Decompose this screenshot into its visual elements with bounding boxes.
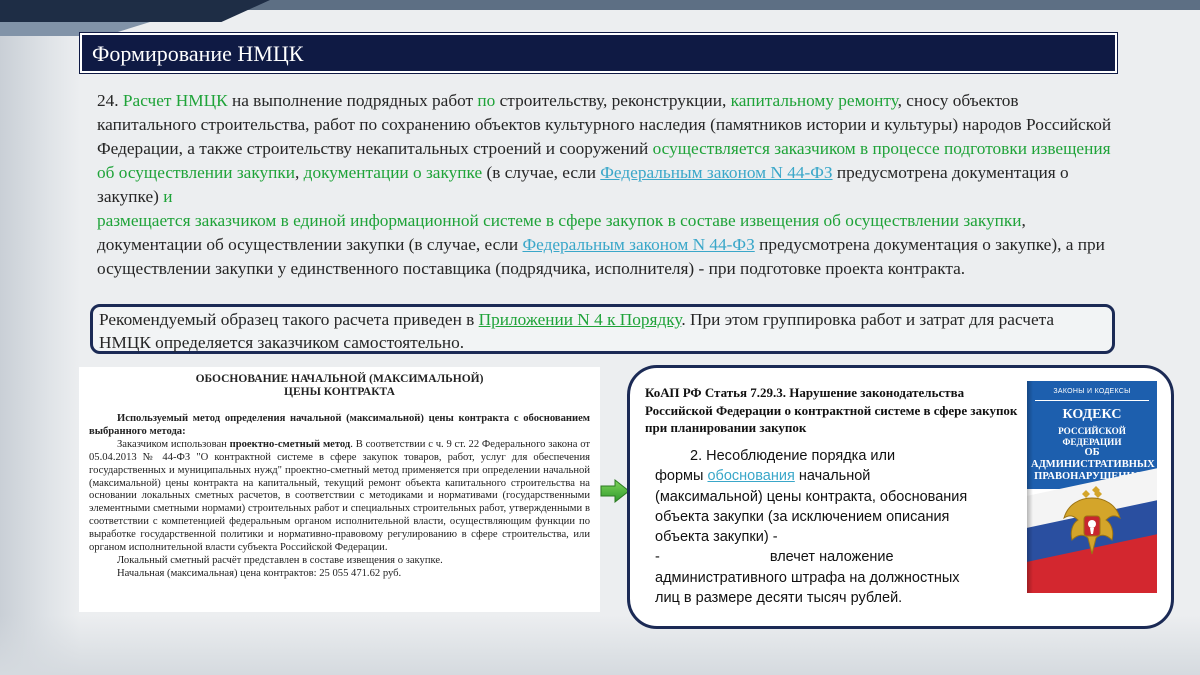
koap-text: начальной	[794, 468, 871, 485]
koap-book-cover: ЗАКОНЫ И КОДЕКСЫ КОДЕКС РОССИЙСКОЙ ФЕДЕР…	[1027, 381, 1157, 593]
recommendation-box: Рекомендуемый образец такого расчета при…	[90, 304, 1115, 354]
highlight-text: документации о закупке	[303, 163, 483, 182]
highlight-text: размещается заказчиком в единой информац…	[97, 211, 1022, 230]
paragraph-number: 24.	[97, 91, 123, 110]
koap-line: объекта закупки) -	[655, 529, 778, 546]
highlight-text: по	[477, 91, 496, 110]
book-divider	[1035, 400, 1149, 401]
document-title-line: ОБОСНОВАНИЕ НАЧАЛЬНОЙ (МАКСИМАЛЬНОЙ)	[195, 373, 484, 385]
document-body: Используемый метод определения начальной…	[89, 413, 590, 581]
koap-article-heading: КоАП РФ Статья 7.29.3. Нарушение законод…	[645, 385, 1018, 435]
top-decor-accent	[0, 0, 270, 22]
koap-article-box: КоАП РФ Статья 7.29.3. Нарушение законод…	[627, 365, 1174, 629]
doc-text: . В соответствии с ч. 9 ст. 22 Федеральн…	[89, 438, 591, 554]
justification-link[interactable]: обоснования	[707, 468, 794, 484]
book-title: КОДЕКС	[1062, 407, 1122, 422]
law-44fz-link[interactable]: Федеральным законом N 44-ФЗ	[522, 235, 754, 254]
koap-article-text: 2. Несоблюдение порядка или формы обосно…	[655, 446, 1015, 608]
body-text: на выполнение подрядных работ	[227, 91, 478, 110]
koap-text: влечет наложение	[769, 549, 894, 566]
recommendation-text: Рекомендуемый образец такого расчета при…	[99, 310, 479, 329]
koap-line: формы обоснования начальной	[655, 466, 1015, 486]
book-subtitle-line: РОССИЙСКОЙ ФЕДЕРАЦИИ	[1058, 426, 1126, 447]
highlight-text: и	[163, 187, 173, 206]
body-text: строительству, реконструкции,	[495, 91, 731, 110]
book-spine-shadow	[1027, 381, 1033, 593]
coat-of-arms-icon	[1063, 486, 1121, 555]
book-subtitle-line: ОБ АДМИНИСТРАТИВНЫХ	[1031, 447, 1155, 470]
koap-line: лиц в размере десяти тысяч рублей.	[655, 590, 903, 607]
green-right-arrow-icon	[600, 479, 630, 503]
document-sample: ОБОСНОВАНИЕ НАЧАЛЬНОЙ (МАКСИМАЛЬНОЙ) ЦЕН…	[79, 367, 600, 612]
highlight-text: капитальному ремонту	[730, 91, 898, 110]
koap-line: 2. Несоблюдение порядка или	[690, 448, 896, 464]
koap-line: - влечет наложение	[655, 547, 1015, 567]
method-paragraph: Заказчиком использован проектно-сметный …	[89, 439, 590, 555]
slide-title: Формирование НМЦК	[92, 41, 304, 66]
book-series-label: ЗАКОНЫ И КОДЕКСЫ	[1053, 388, 1131, 395]
appendix-4-link[interactable]: Приложении N 4 к Порядку	[479, 310, 682, 329]
body-text: (в случае, если	[482, 163, 601, 182]
document-title-line: ЦЕНЫ КОНТРАКТА	[284, 386, 395, 398]
koap-line: объекта закупки (за исключением описания	[655, 508, 950, 525]
main-paragraph: 24. Расчет НМЦК на выполнение подрядных …	[97, 89, 1112, 281]
price-paragraph: Начальная (максимальная) цена контрактов…	[117, 567, 402, 579]
doc-bold-text: проектно-сметный метод	[229, 438, 351, 450]
koap-line: (максимальной) цены контракта, обоснован…	[655, 488, 968, 505]
koap-line: административного штрафа на должностных	[655, 569, 960, 586]
body-text: ,	[295, 163, 304, 182]
estimate-paragraph: Локальный сметный расчёт представлен в с…	[117, 554, 443, 566]
background-left-shade	[0, 0, 80, 675]
law-44fz-link[interactable]: Федеральным законом N 44-ФЗ	[600, 163, 832, 182]
title-banner: Формирование НМЦК	[80, 33, 1117, 73]
highlight-text: Расчет НМЦК	[122, 91, 228, 110]
doc-text: Заказчиком использован	[117, 438, 230, 450]
method-heading: Используемый метод определения начальной…	[89, 413, 590, 437]
koap-text: формы	[655, 468, 708, 485]
document-title: ОБОСНОВАНИЕ НАЧАЛЬНОЙ (МАКСИМАЛЬНОЙ) ЦЕН…	[89, 373, 590, 399]
